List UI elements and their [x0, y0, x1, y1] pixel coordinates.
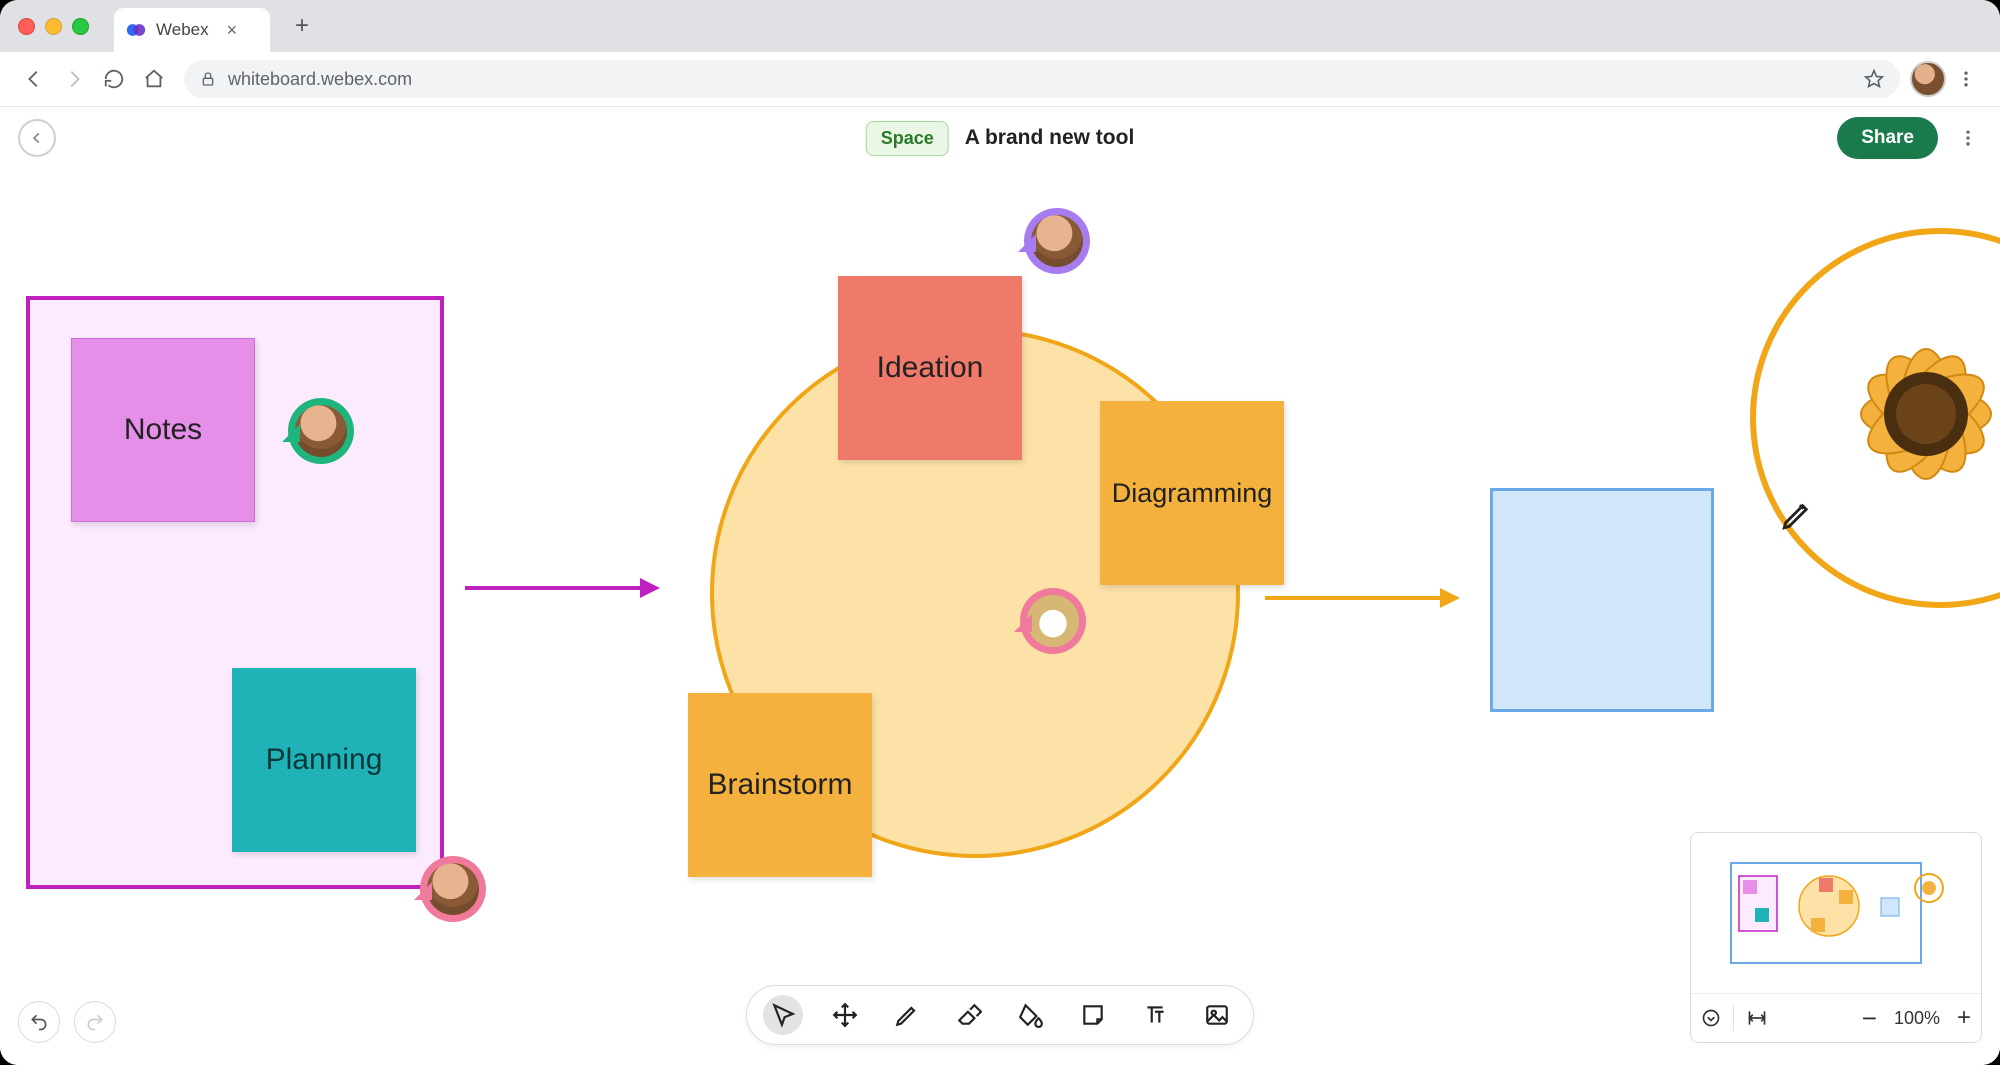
- browser-tab-title: Webex: [156, 20, 209, 40]
- redo-button[interactable]: [74, 1001, 116, 1043]
- presence-green: [288, 398, 354, 464]
- window-minimize-icon[interactable]: [45, 18, 62, 35]
- blue-rect[interactable]: [1490, 488, 1714, 712]
- more-menu-button[interactable]: [1958, 128, 1982, 148]
- browser-menu-button[interactable]: [1946, 59, 1986, 99]
- undo-button[interactable]: [18, 1001, 60, 1043]
- space-chip[interactable]: Space: [866, 121, 949, 156]
- whiteboard-canvas[interactable]: Notes Planning Ideation Diagramming Brai…: [0, 168, 2000, 1065]
- tool-sticky[interactable]: [1073, 995, 1113, 1035]
- arrow-orange[interactable]: [1260, 578, 1460, 618]
- zoom-mode-icon[interactable]: [1701, 1008, 1721, 1028]
- zoom-out-button[interactable]: −: [1862, 1003, 1877, 1034]
- window-close-icon[interactable]: [18, 18, 35, 35]
- fit-width-icon[interactable]: [1746, 1008, 1768, 1028]
- browser-home-button[interactable]: [134, 59, 174, 99]
- address-bar[interactable]: whiteboard.webex.com: [184, 60, 1900, 98]
- browser-reload-button[interactable]: [94, 59, 134, 99]
- share-button[interactable]: Share: [1837, 117, 1938, 159]
- browser-toolbar: whiteboard.webex.com: [0, 52, 2000, 107]
- browser-profile-avatar[interactable]: [1910, 61, 1946, 97]
- presence-pink-dog: [1020, 588, 1086, 654]
- pencil-cursor-icon: [1780, 498, 1814, 532]
- zoom-in-button[interactable]: +: [1957, 1004, 1971, 1032]
- minimap-panel: − 100% +: [1690, 832, 1982, 1043]
- sticky-diagramming[interactable]: Diagramming: [1100, 401, 1284, 585]
- sticky-diagramming-label: Diagramming: [1100, 401, 1284, 585]
- tool-select[interactable]: [763, 995, 803, 1035]
- document-title[interactable]: A brand new tool: [965, 126, 1135, 150]
- tool-pen[interactable]: [887, 995, 927, 1035]
- minimap-preview[interactable]: [1691, 833, 1981, 993]
- app-window: Webex × + whiteboard.webex.com: [0, 0, 2000, 1065]
- app-back-button[interactable]: [18, 119, 56, 157]
- browser-tab[interactable]: Webex ×: [114, 8, 270, 52]
- undo-redo-group: [18, 1001, 116, 1043]
- sticky-planning[interactable]: Planning: [232, 668, 416, 852]
- sticky-notes-label: Notes: [72, 339, 254, 521]
- sticky-brainstorm[interactable]: Brainstorm: [688, 693, 872, 877]
- presence-pink: [420, 856, 486, 922]
- header-right: Share: [1837, 117, 1982, 159]
- new-tab-button[interactable]: +: [290, 14, 314, 38]
- zoom-level[interactable]: 100%: [1889, 1008, 1945, 1029]
- sticky-planning-label: Planning: [232, 668, 416, 852]
- sticky-ideation-label: Ideation: [838, 276, 1022, 460]
- window-zoom-icon[interactable]: [72, 18, 89, 35]
- tool-text[interactable]: [1135, 995, 1175, 1035]
- window-controls: [18, 18, 89, 35]
- tool-dock: [746, 985, 1254, 1045]
- tool-image[interactable]: [1197, 995, 1237, 1035]
- tool-pan[interactable]: [825, 995, 865, 1035]
- tool-eraser[interactable]: [949, 995, 989, 1035]
- sticky-brainstorm-label: Brainstorm: [688, 693, 872, 877]
- tab-close-icon[interactable]: ×: [227, 20, 238, 41]
- sticky-ideation[interactable]: Ideation: [838, 276, 1022, 460]
- zoom-bar: − 100% +: [1691, 993, 1981, 1042]
- right-circle[interactable]: [1750, 228, 2000, 608]
- presence-purple: [1024, 208, 1090, 274]
- header-center: Space A brand new tool: [866, 121, 1135, 156]
- browser-forward-button[interactable]: [54, 59, 94, 99]
- tool-fill[interactable]: [1011, 995, 1051, 1035]
- bookmark-star-icon[interactable]: [1864, 69, 1884, 89]
- app-header: Space A brand new tool Share: [0, 107, 2000, 170]
- webex-favicon-icon: [126, 20, 146, 40]
- sunflower-image-icon: [1756, 234, 2000, 614]
- sticky-notes[interactable]: Notes: [71, 338, 255, 522]
- browser-back-button[interactable]: [14, 59, 54, 99]
- address-bar-url: whiteboard.webex.com: [228, 69, 412, 90]
- arrow-purple[interactable]: [460, 568, 660, 608]
- browser-tabbar: Webex × +: [0, 0, 2000, 52]
- lock-icon: [200, 71, 216, 87]
